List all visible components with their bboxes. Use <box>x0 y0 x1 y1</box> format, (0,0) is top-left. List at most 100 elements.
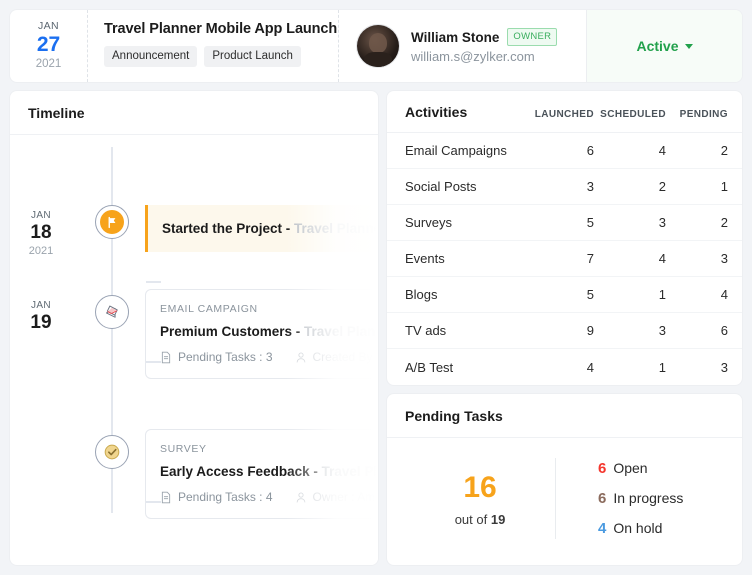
breakdown-count: 6 <box>598 460 607 477</box>
activity-launched: 4 <box>586 359 594 375</box>
breakdown-item-in-progress[interactable]: 6 In progress <box>598 490 724 507</box>
timeline-node <box>95 435 129 469</box>
table-row[interactable]: Email Campaigns 6 4 2 <box>387 133 742 169</box>
pending-tasks-count: 16 <box>463 471 497 504</box>
activity-launched: 3 <box>586 179 594 194</box>
activity-name: Email Campaigns <box>405 143 507 158</box>
check-circle-icon <box>100 440 124 464</box>
timeline-header: Timeline <box>10 91 378 135</box>
breakdown-label: Open <box>613 460 648 476</box>
timeline-card-kicker: SURVEY <box>160 443 207 455</box>
header-title-block: Travel Planner Mobile App Launch Announc… <box>88 10 339 82</box>
table-row[interactable]: Surveys 5 3 2 <box>387 205 742 241</box>
document-icon <box>161 491 171 503</box>
activities-title: Activities <box>405 104 468 120</box>
owner-email[interactable]: william.s@zylker.com <box>411 49 557 64</box>
activity-name: Surveys <box>405 215 452 230</box>
activity-launched: 6 <box>586 143 594 158</box>
tag-product-launch[interactable]: Product Launch <box>204 46 301 67</box>
timeline-card-title-dim: Travel Planner Mobile App <box>304 324 378 339</box>
person-icon <box>296 352 305 362</box>
pending-tasks-label: Pending Tasks : 4 <box>178 490 273 504</box>
breakdown-item-on-hold[interactable]: 4 On hold <box>598 520 724 537</box>
timeline-node <box>95 295 129 329</box>
activity-launched: 7 <box>586 251 594 266</box>
timeline-body: JAN 18 2021 Started the Project - Travel… <box>10 135 378 565</box>
activity-pending: 1 <box>720 179 728 194</box>
timeline-card-title-dim: Travel Planner Mobile App Launch <box>294 221 378 236</box>
right-column: Activities LAUNCHED SCHEDULED PENDING Em… <box>387 91 742 565</box>
pending-tasks-body: 16 out of 19 6 Open 6 In progress 4 On hold <box>387 438 742 565</box>
timeline-item-date: JAN 18 2021 <box>10 195 72 259</box>
chevron-down-icon <box>684 43 693 49</box>
pending-tasks-meta: Pending Tasks : 3 <box>160 350 273 364</box>
timeline-date-month: JAN <box>30 210 52 221</box>
owner-block: William Stone OWNER william.s@zylker.com <box>339 10 587 82</box>
activity-pending: 2 <box>720 215 728 230</box>
document-icon <box>161 351 171 363</box>
activity-name: Blogs <box>405 287 438 302</box>
column-header-scheduled: SCHEDULED <box>600 109 666 120</box>
owner-name: William Stone <box>411 29 500 45</box>
timeline-card-email-campaign[interactable]: EMAIL CAMPAIGN Premium Customers - Trave… <box>145 289 378 379</box>
owner-label: Owner : Amelia Burrows <box>312 490 378 504</box>
activity-scheduled: 3 <box>658 323 666 338</box>
created-by-meta: Created By : William Stone <box>295 350 378 364</box>
activity-name: TV ads <box>405 323 447 338</box>
timeline-item-date: JAN 19 <box>10 285 72 334</box>
activity-launched: 9 <box>586 323 594 338</box>
timeline-card-meta: Pending Tasks : 4 Owner : Amelia Burrows <box>160 490 378 504</box>
activity-scheduled: 4 <box>658 251 666 266</box>
table-row[interactable]: Events 7 4 3 <box>387 241 742 277</box>
header-date: JAN 27 2021 <box>10 10 88 82</box>
timeline-date-month: JAN <box>30 300 52 311</box>
timeline-card-title-main: Premium Customers - <box>160 324 305 339</box>
person-icon <box>296 492 305 502</box>
status-badge-owner: OWNER <box>507 28 558 46</box>
table-row[interactable]: A/B Test 4 1 3 <box>387 349 742 385</box>
activity-name: A/B Test <box>405 359 454 375</box>
timeline-card-survey[interactable]: SURVEY Early Access Feedback - Travel Pl… <box>145 429 378 519</box>
owner-info: William Stone OWNER william.s@zylker.com <box>411 28 558 64</box>
main-body: Timeline JAN 18 2021 Started the Project… <box>10 91 742 565</box>
column-header-launched: LAUNCHED <box>534 109 594 120</box>
breakdown-label: On hold <box>613 520 663 536</box>
pending-tasks-meta: Pending Tasks : 4 <box>160 490 273 504</box>
activity-pending: 4 <box>720 287 728 302</box>
header-date-day: 27 <box>36 33 61 56</box>
status-dropdown[interactable]: Active <box>636 38 693 54</box>
timeline-item[interactable]: JAN 18 2021 Started the Project - Travel… <box>10 195 378 283</box>
activities-table: Email Campaigns 6 4 2 Social Posts 3 2 1 Surve… <box>387 133 742 385</box>
timeline-card-title-main: Started the Project - <box>162 221 295 236</box>
activity-scheduled: 1 <box>658 359 666 375</box>
total-value: 19 <box>490 512 506 527</box>
timeline-connector <box>146 361 161 363</box>
breakdown-item-open[interactable]: 6 Open <box>598 460 724 477</box>
timeline-date-day: 18 <box>30 222 52 243</box>
table-row[interactable]: Blogs 5 1 4 <box>387 277 742 313</box>
tag-announcement[interactable]: Announcement <box>104 46 198 67</box>
table-row[interactable]: Social Posts 3 2 1 <box>387 169 742 205</box>
timeline-date-day: 19 <box>30 312 52 333</box>
timeline-item[interactable]: JAN 19 EMAIL CAMPAIGN Premium Customers … <box>10 285 378 379</box>
megaphone-icon <box>100 300 124 324</box>
owner-meta: Owner : Amelia Burrows <box>295 490 378 504</box>
avatar[interactable] <box>357 25 399 67</box>
timeline-card-title: Premium Customers - Travel Planner Mobil… <box>160 324 378 339</box>
activity-scheduled: 4 <box>658 143 666 158</box>
activity-scheduled: 1 <box>658 287 666 302</box>
activities-header: Activities LAUNCHED SCHEDULED PENDING <box>387 91 742 133</box>
timeline-connector <box>146 281 161 283</box>
activity-pending: 3 <box>720 251 728 266</box>
pending-tasks-title: Pending Tasks <box>405 408 503 424</box>
status-cell: Active <box>587 10 742 82</box>
timeline-card-project-start[interactable]: Started the Project - Travel Planner Mob… <box>145 205 378 252</box>
timeline-node <box>95 205 129 239</box>
pending-tasks-panel: Pending Tasks 16 out of 19 6 Open 6 In pro… <box>387 394 742 565</box>
timeline-connector <box>146 501 161 503</box>
timeline-item[interactable]: SURVEY Early Access Feedback - Travel Pl… <box>10 425 378 519</box>
created-by-label: Created By : William Stone <box>312 350 378 364</box>
table-row[interactable]: TV ads 9 3 6 <box>387 313 742 349</box>
timeline-date-year: 2021 <box>28 245 54 257</box>
activity-name: Events <box>405 251 445 266</box>
